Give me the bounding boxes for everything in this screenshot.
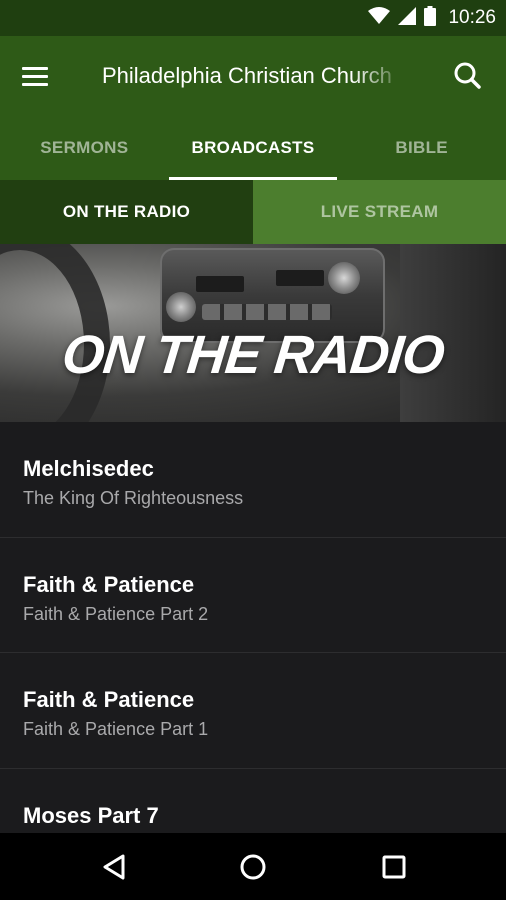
tab-label: SERMONS [40, 138, 129, 157]
item-subtitle: The King Of Righteousness [23, 488, 244, 508]
status-time: 10:26 [448, 7, 496, 28]
radio-banner: ON THE RADIO [0, 244, 506, 422]
item-subtitle: Faith & Patience Part 1 [23, 719, 209, 739]
battery-icon [424, 5, 437, 31]
tab-label: BIBLE [395, 138, 448, 157]
banner-title: ON THE RADIO [59, 325, 447, 385]
list-item[interactable]: Faith & Patience Faith & Patience Part 2 [0, 538, 506, 653]
back-icon[interactable] [98, 851, 130, 883]
status-bar: 10:26 [0, 0, 506, 36]
tab-broadcasts[interactable]: BROADCASTS [168, 116, 338, 180]
recents-icon[interactable] [378, 851, 410, 883]
broadcast-list: Melchisedec The King Of Righteousness Fa… [0, 422, 506, 833]
app-title: Philadelphia Christian Church [102, 63, 392, 88]
segment-live-stream[interactable]: LIVE STREAM [253, 180, 506, 244]
system-nav-bar [0, 833, 506, 900]
tab-bible[interactable]: BIBLE [337, 116, 506, 180]
segment-on-the-radio[interactable]: ON THE RADIO [0, 180, 253, 244]
wifi-icon [368, 6, 391, 30]
status-icons: 10:26 [368, 0, 496, 36]
tab-label: BROADCASTS [191, 138, 315, 157]
list-item[interactable]: Melchisedec The King Of Righteousness [0, 422, 506, 538]
item-title: Moses Part 7 [23, 802, 159, 828]
main-tabs: SERMONS BROADCASTS BIBLE [0, 116, 506, 180]
segment-label: LIVE STREAM [320, 202, 439, 221]
segment-label: ON THE RADIO [62, 202, 191, 221]
item-title: Faith & Patience [23, 687, 195, 712]
tab-sermons[interactable]: SERMONS [0, 116, 169, 180]
segment-control: ON THE RADIO LIVE STREAM [0, 180, 506, 244]
search-icon[interactable] [450, 58, 486, 94]
item-title: Melchisedec [23, 456, 154, 481]
item-title: Faith & Patience [23, 571, 195, 597]
home-icon[interactable] [237, 851, 269, 883]
item-subtitle: Faith & Patience Part 2 [23, 603, 209, 624]
app-bar: Philadelphia Christian Church [0, 36, 506, 116]
signal-icon [398, 6, 417, 30]
list-item[interactable]: Moses Part 7 [0, 769, 506, 834]
menu-icon[interactable] [22, 60, 58, 92]
list-item[interactable]: Faith & Patience Faith & Patience Part 1 [0, 653, 506, 769]
